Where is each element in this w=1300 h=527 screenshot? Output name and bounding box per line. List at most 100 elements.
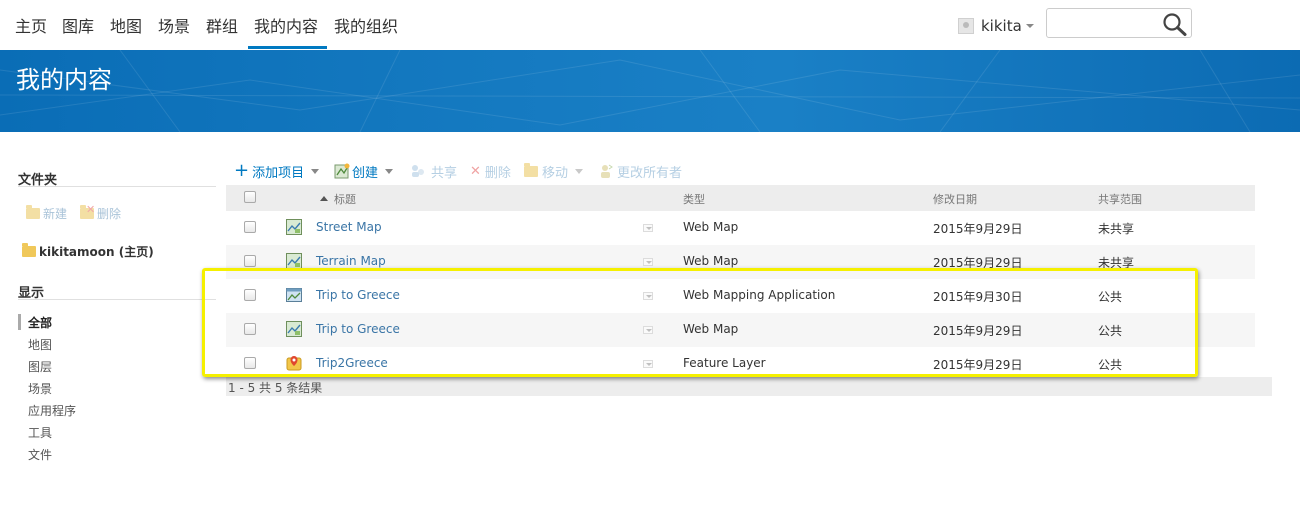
divider (18, 299, 216, 300)
folder-label: kikitamoon (主页) (39, 245, 154, 259)
item-sharing: 公共 (1098, 290, 1123, 304)
folder-icon (22, 243, 36, 257)
item-modified: 2015年9月29日 (933, 358, 1023, 372)
column-type-header[interactable]: 类型 (683, 191, 705, 207)
create-label: 创建 (352, 165, 379, 181)
web-map-icon (286, 253, 302, 269)
item-title-link[interactable]: Trip to Greece (316, 288, 400, 302)
search-icon[interactable] (1161, 11, 1189, 37)
share-label: 共享 (431, 165, 458, 181)
user-menu[interactable]: kikita (958, 16, 1034, 36)
active-tab-indicator (248, 46, 327, 49)
sidebar: 文件夹 新建 ✕ 删除 kikitamoon (主页) 显示 全部 地图 图层 … (0, 132, 220, 527)
item-title-link[interactable]: Trip to Greece (316, 322, 400, 336)
change-owner-button[interactable]: 更改所有者 (598, 160, 682, 182)
nav-home[interactable]: 主页 (15, 13, 47, 37)
delete-folder-button[interactable]: ✕ 删除 (80, 203, 121, 222)
filter-files[interactable]: 文件 (28, 446, 52, 463)
caret-down-icon (311, 168, 320, 174)
column-title-header[interactable]: 标题 (320, 191, 356, 207)
nav-scene[interactable]: 场景 (158, 13, 190, 37)
nav-my-content[interactable]: 我的内容 (254, 13, 318, 37)
item-type: Web Mapping Application (683, 288, 836, 302)
item-sharing: 公共 (1098, 358, 1123, 372)
item-options-dropdown[interactable] (643, 258, 653, 266)
row-checkbox[interactable] (244, 289, 256, 301)
avatar (958, 18, 974, 34)
item-modified: 2015年9月30日 (933, 290, 1023, 304)
item-sharing: 未共享 (1098, 256, 1135, 270)
filter-tools[interactable]: 工具 (28, 424, 52, 441)
share-button[interactable]: 共享 (410, 160, 457, 182)
delete-label: 删除 (484, 165, 511, 181)
delete-folder-icon: ✕ (80, 203, 95, 219)
item-title-link[interactable]: Terrain Map (316, 254, 386, 268)
item-sharing: 公共 (1098, 324, 1123, 338)
item-modified: 2015年9月29日 (933, 256, 1023, 270)
caret-down-icon (575, 168, 584, 174)
search-box (1046, 8, 1192, 38)
item-modified: 2015年9月29日 (933, 222, 1023, 236)
row-checkbox[interactable] (244, 255, 256, 267)
page-banner: 我的内容 (0, 50, 1300, 132)
nav-map[interactable]: 地图 (110, 13, 142, 37)
move-folder-icon (524, 162, 538, 177)
nav-gallery[interactable]: 图库 (62, 13, 94, 37)
filter-all[interactable]: 全部 (28, 314, 52, 331)
table-row: Trip2Greece Feature Layer 2015年9月29日 公共 (226, 347, 1255, 381)
delete-icon: ✕ (470, 163, 481, 179)
change-owner-icon (601, 164, 613, 178)
table-row: Street Map Web Map 2015年9月29日 未共享 (226, 211, 1255, 245)
item-options-dropdown[interactable] (643, 224, 653, 232)
table-header: 标题 类型 修改日期 共享范围 (226, 185, 1255, 211)
item-title-link[interactable]: Street Map (316, 220, 382, 234)
table-row: Trip to Greece Web Mapping Application 2… (226, 279, 1255, 313)
row-checkbox[interactable] (244, 221, 256, 233)
create-button[interactable]: 创建 (334, 160, 394, 182)
item-options-dropdown[interactable] (643, 326, 653, 334)
row-checkbox[interactable] (244, 357, 256, 369)
item-type: Web Map (683, 220, 739, 234)
item-type: Feature Layer (683, 356, 766, 370)
row-checkbox[interactable] (244, 323, 256, 335)
item-title-link[interactable]: Trip2Greece (316, 356, 388, 370)
filter-scenes[interactable]: 场景 (28, 380, 52, 397)
web-map-icon (286, 219, 302, 235)
item-type: Web Map (683, 322, 739, 336)
active-filter-marker (18, 314, 21, 330)
table-row: Terrain Map Web Map 2015年9月29日 未共享 (226, 245, 1255, 279)
divider (18, 186, 216, 187)
web-app-icon (286, 288, 302, 302)
nav-my-organization[interactable]: 我的组织 (334, 13, 398, 37)
filter-apps[interactable]: 应用程序 (28, 402, 76, 419)
top-nav: 主页 图库 地图 场景 群组 我的内容 我的组织 kikita (0, 0, 1300, 50)
filter-maps[interactable]: 地图 (28, 336, 52, 353)
folder-home[interactable]: kikitamoon (主页) (22, 243, 154, 260)
web-map-icon (286, 321, 302, 337)
item-options-dropdown[interactable] (643, 292, 653, 300)
sort-ascending-icon (320, 196, 328, 201)
result-count: 1 - 5 共 5 条结果 (228, 381, 323, 395)
change-owner-label: 更改所有者 (617, 165, 683, 181)
item-sharing: 未共享 (1098, 222, 1135, 236)
move-button[interactable]: 移动 (524, 160, 584, 182)
caret-down-icon (385, 168, 394, 174)
item-options-dropdown[interactable] (643, 360, 653, 368)
new-folder-icon (26, 205, 40, 219)
add-item-button[interactable]: + 添加项目 (234, 160, 320, 182)
move-label: 移动 (542, 165, 569, 181)
select-all-checkbox[interactable] (244, 191, 256, 203)
delete-button[interactable]: ✕ 删除 (470, 160, 511, 182)
nav-groups[interactable]: 群组 (206, 13, 238, 37)
column-title-label: 标题 (334, 193, 356, 206)
search-input[interactable] (1053, 13, 1158, 33)
new-folder-button[interactable]: 新建 (26, 205, 67, 222)
add-item-label: 添加项目 (252, 165, 305, 181)
create-icon (334, 163, 350, 179)
user-name: kikita (981, 17, 1022, 35)
filter-layers[interactable]: 图层 (28, 358, 52, 375)
caret-down-icon (1025, 24, 1034, 28)
item-type: Web Map (683, 254, 739, 268)
column-sharing-header[interactable]: 共享范围 (1098, 191, 1142, 207)
column-modified-header[interactable]: 修改日期 (933, 191, 977, 207)
